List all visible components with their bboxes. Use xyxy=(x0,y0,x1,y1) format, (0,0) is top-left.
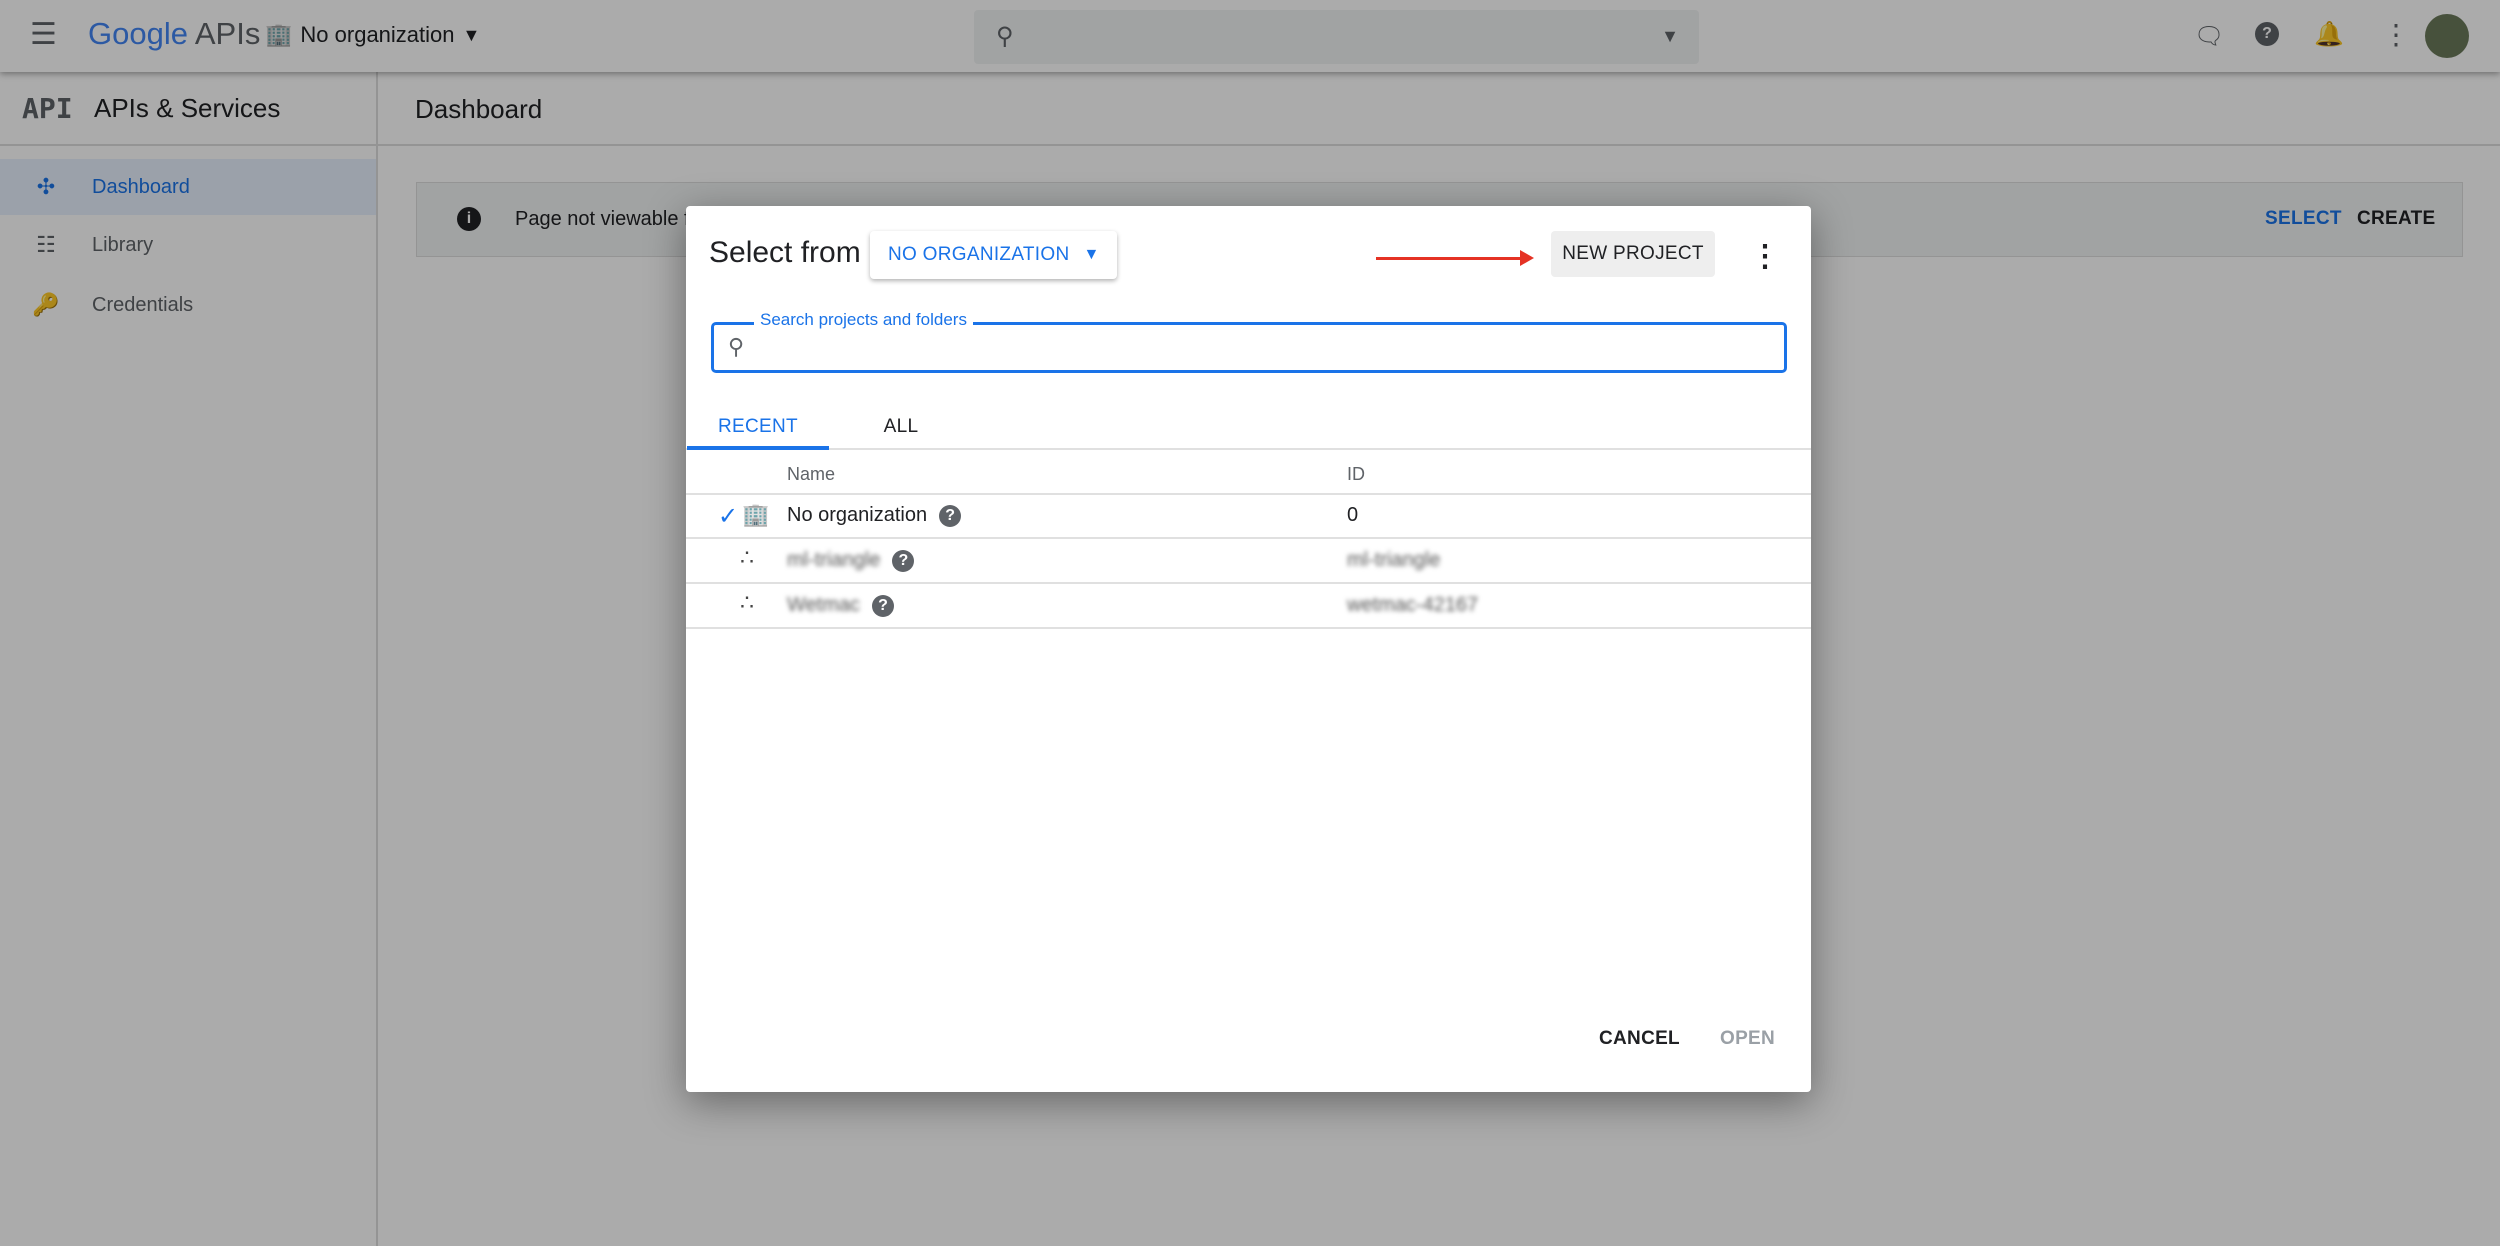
project-icon: ∴ xyxy=(740,590,754,615)
open-button[interactable]: OPEN xyxy=(1720,1028,1775,1050)
table-header: Name ID xyxy=(686,450,1811,495)
project-icon: ∴ xyxy=(740,545,754,570)
search-label: Search projects and folders xyxy=(754,310,973,330)
caret-down-icon: ▼ xyxy=(1083,246,1100,263)
help-icon[interactable]: ? xyxy=(892,549,915,572)
check-icon: ✓ xyxy=(718,503,739,530)
annotation-arrow xyxy=(1376,257,1522,260)
help-icon[interactable]: ? xyxy=(939,504,962,527)
column-header-name[interactable]: Name xyxy=(787,464,835,485)
row-name: Wetmac xyxy=(787,594,860,616)
search-projects-input[interactable]: ⚲ Search projects and folders xyxy=(711,310,1787,373)
org-dropdown[interactable]: NO ORGANIZATION ▼ xyxy=(870,231,1117,279)
select-project-dialog: Select from NO ORGANIZATION ▼ NEW PROJEC… xyxy=(686,206,1811,1092)
row-name: No organization xyxy=(787,504,928,526)
row-id: 0 xyxy=(1347,504,1359,526)
more-vert-icon[interactable]: ⋮ xyxy=(1750,239,1780,274)
row-id: ml-triangle xyxy=(1347,549,1441,571)
tabs: RECENT ALL xyxy=(686,400,1811,450)
new-project-label: NEW PROJECT xyxy=(1562,243,1704,264)
row-id: wetmac-42167 xyxy=(1347,594,1479,616)
tab-label: RECENT xyxy=(718,416,798,437)
building-icon: 🏢 xyxy=(742,502,770,527)
help-icon[interactable]: ? xyxy=(871,594,894,617)
new-project-button[interactable]: NEW PROJECT xyxy=(1551,231,1715,277)
row-name: ml-triangle xyxy=(787,549,881,571)
dialog-title: Select from xyxy=(709,236,861,269)
cancel-button[interactable]: CANCEL xyxy=(1599,1028,1680,1050)
tab-recent[interactable]: RECENT xyxy=(687,400,829,450)
arrow-head-icon xyxy=(1520,250,1534,266)
search-icon: ⚲ xyxy=(728,334,745,359)
table-row[interactable]: ✓ 🏢 No organization? 0 xyxy=(686,494,1811,539)
tab-all[interactable]: ALL xyxy=(846,400,956,450)
table-row[interactable]: ∴ ml-triangle? ml-triangle xyxy=(686,539,1811,584)
column-header-id[interactable]: ID xyxy=(1347,464,1365,485)
table-row[interactable]: ∴ Wetmac? wetmac-42167 xyxy=(686,584,1811,629)
org-dropdown-label: NO ORGANIZATION xyxy=(888,244,1070,265)
tab-label: ALL xyxy=(883,416,919,437)
